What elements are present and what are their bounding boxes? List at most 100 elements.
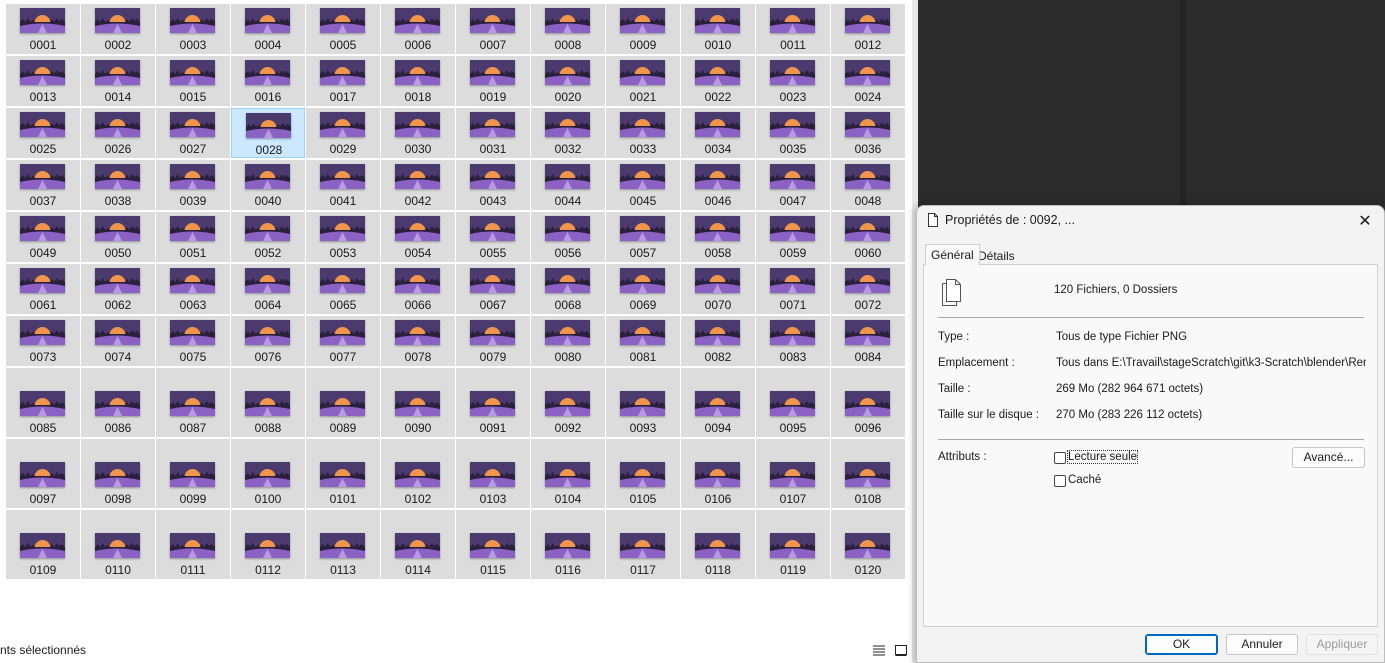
file-tile[interactable]: 0081 [606, 316, 680, 366]
file-tile[interactable]: 0071 [756, 264, 830, 314]
file-tile[interactable]: 0043 [456, 160, 530, 210]
readonly-label[interactable]: Lecture seule [1066, 450, 1139, 464]
file-tile[interactable]: 0015 [156, 56, 230, 106]
file-tile[interactable]: 0085 [6, 368, 80, 437]
hidden-checkbox[interactable] [1054, 475, 1066, 487]
file-tile[interactable]: 0119 [756, 510, 830, 579]
advanced-button[interactable]: Avancé... [1292, 447, 1365, 468]
file-tile[interactable]: 0117 [606, 510, 680, 579]
file-tile[interactable]: 0001 [6, 4, 80, 54]
file-tile[interactable]: 0039 [156, 160, 230, 210]
file-tile[interactable]: 0028 [231, 108, 305, 158]
file-tile[interactable]: 0058 [681, 212, 755, 262]
tab-general[interactable]: Général [925, 244, 980, 265]
file-tile[interactable]: 0095 [756, 368, 830, 437]
file-tile[interactable]: 0019 [456, 56, 530, 106]
large-icons-view-icon[interactable] [894, 643, 908, 657]
file-tile[interactable]: 0002 [81, 4, 155, 54]
file-tile[interactable]: 0088 [231, 368, 305, 437]
file-tile[interactable]: 0078 [381, 316, 455, 366]
file-tile[interactable]: 0003 [156, 4, 230, 54]
file-tile[interactable]: 0061 [6, 264, 80, 314]
file-tile[interactable]: 0096 [831, 368, 905, 437]
readonly-checkbox[interactable] [1054, 452, 1066, 464]
file-tile[interactable]: 0044 [531, 160, 605, 210]
file-tile[interactable]: 0025 [6, 108, 80, 158]
file-tile[interactable]: 0006 [381, 4, 455, 54]
file-tile[interactable]: 0029 [306, 108, 380, 158]
file-tile[interactable]: 0011 [756, 4, 830, 54]
file-tile[interactable]: 0106 [681, 439, 755, 508]
file-tile[interactable]: 0101 [306, 439, 380, 508]
file-tile[interactable]: 0023 [756, 56, 830, 106]
file-tile[interactable]: 0116 [531, 510, 605, 579]
file-tile[interactable]: 0057 [606, 212, 680, 262]
file-tile[interactable]: 0084 [831, 316, 905, 366]
file-tile[interactable]: 0070 [681, 264, 755, 314]
file-tile[interactable]: 0017 [306, 56, 380, 106]
file-tile[interactable]: 0052 [231, 212, 305, 262]
file-tile[interactable]: 0103 [456, 439, 530, 508]
file-tile[interactable]: 0024 [831, 56, 905, 106]
file-tile[interactable]: 0102 [381, 439, 455, 508]
file-tile[interactable]: 0060 [831, 212, 905, 262]
file-tile[interactable]: 0035 [756, 108, 830, 158]
file-tile[interactable]: 0032 [531, 108, 605, 158]
file-tile[interactable]: 0034 [681, 108, 755, 158]
file-tile[interactable]: 0021 [606, 56, 680, 106]
file-tile[interactable]: 0065 [306, 264, 380, 314]
file-tile[interactable]: 0050 [81, 212, 155, 262]
file-tile[interactable]: 0004 [231, 4, 305, 54]
file-tile[interactable]: 0090 [381, 368, 455, 437]
file-tile[interactable]: 0089 [306, 368, 380, 437]
file-tile[interactable]: 0053 [306, 212, 380, 262]
file-tile[interactable]: 0010 [681, 4, 755, 54]
file-tile[interactable]: 0073 [6, 316, 80, 366]
dialog-titlebar[interactable]: Propriétés de : 0092, ... ✕ [917, 206, 1384, 236]
ok-button[interactable]: OK [1145, 634, 1218, 655]
file-tile[interactable]: 0075 [156, 316, 230, 366]
file-tile[interactable]: 0087 [156, 368, 230, 437]
file-tile[interactable]: 0115 [456, 510, 530, 579]
file-tile[interactable]: 0036 [831, 108, 905, 158]
details-view-icon[interactable] [872, 643, 886, 657]
file-tile[interactable]: 0022 [681, 56, 755, 106]
file-tile[interactable]: 0062 [81, 264, 155, 314]
file-tile[interactable]: 0009 [606, 4, 680, 54]
file-tile[interactable]: 0040 [231, 160, 305, 210]
file-tile[interactable]: 0072 [831, 264, 905, 314]
file-tile[interactable]: 0054 [381, 212, 455, 262]
cancel-button[interactable]: Annuler [1226, 634, 1298, 655]
file-tile[interactable]: 0031 [456, 108, 530, 158]
file-tile[interactable]: 0080 [531, 316, 605, 366]
close-button[interactable]: ✕ [1353, 211, 1377, 233]
file-tile[interactable]: 0005 [306, 4, 380, 54]
file-tile[interactable]: 0033 [606, 108, 680, 158]
file-tile[interactable]: 0042 [381, 160, 455, 210]
file-tile[interactable]: 0018 [381, 56, 455, 106]
file-tile[interactable]: 0083 [756, 316, 830, 366]
file-tile[interactable]: 0111 [156, 510, 230, 579]
file-tile[interactable]: 0056 [531, 212, 605, 262]
file-tile[interactable]: 0098 [81, 439, 155, 508]
file-tile[interactable]: 0066 [381, 264, 455, 314]
file-tile[interactable]: 0077 [306, 316, 380, 366]
file-tile[interactable]: 0105 [606, 439, 680, 508]
file-tile[interactable]: 0076 [231, 316, 305, 366]
file-tile[interactable]: 0093 [606, 368, 680, 437]
file-tile[interactable]: 0037 [6, 160, 80, 210]
file-tile[interactable]: 0086 [81, 368, 155, 437]
file-tile[interactable]: 0100 [231, 439, 305, 508]
file-tile[interactable]: 0068 [531, 264, 605, 314]
file-tile[interactable]: 0020 [531, 56, 605, 106]
file-tile[interactable]: 0108 [831, 439, 905, 508]
file-tile[interactable]: 0059 [756, 212, 830, 262]
file-tile[interactable]: 0092 [531, 368, 605, 437]
file-tile[interactable]: 0064 [231, 264, 305, 314]
file-tile[interactable]: 0038 [81, 160, 155, 210]
file-tile[interactable]: 0082 [681, 316, 755, 366]
file-tile[interactable]: 0110 [81, 510, 155, 579]
file-tile[interactable]: 0049 [6, 212, 80, 262]
file-tile[interactable]: 0074 [81, 316, 155, 366]
file-tile[interactable]: 0027 [156, 108, 230, 158]
